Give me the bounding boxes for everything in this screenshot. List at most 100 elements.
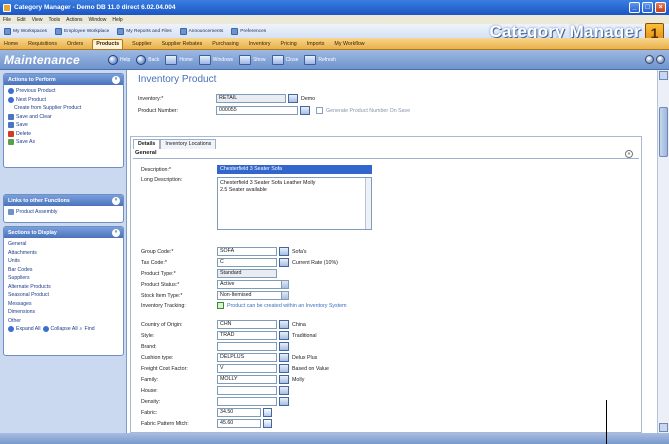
group-code-field[interactable]: SOFA xyxy=(217,247,277,256)
close-button[interactable]: Close xyxy=(271,54,298,65)
generate-number-checkbox[interactable] xyxy=(316,107,323,114)
collapse-all-link[interactable]: Collapse All xyxy=(51,325,78,334)
back-button[interactable]: Back xyxy=(136,54,159,65)
menu-tools[interactable]: Tools xyxy=(48,17,60,23)
section-suppliers[interactable]: Suppliers xyxy=(8,274,119,283)
collapse-icon[interactable]: « xyxy=(112,228,120,237)
action-previous-product[interactable]: Previous Product xyxy=(8,87,119,96)
house-lookup-icon[interactable] xyxy=(279,386,289,395)
fav-preferences[interactable]: Preferences xyxy=(231,27,266,35)
menu-view[interactable]: View xyxy=(32,17,43,23)
tab-inventory-locations[interactable]: Inventory Locations xyxy=(160,139,217,149)
menu-help[interactable]: Help xyxy=(112,17,122,23)
brand-lookup-icon[interactable] xyxy=(279,342,289,351)
style-lookup-icon[interactable] xyxy=(279,331,289,340)
inventory-tracking-checkbox[interactable] xyxy=(217,302,224,309)
menu-file[interactable]: File xyxy=(3,17,11,23)
section-attachments[interactable]: Attachments xyxy=(8,249,119,258)
long-description-scrollbar[interactable] xyxy=(365,178,371,229)
country-lookup-icon[interactable] xyxy=(279,320,289,329)
scroll-up-icon[interactable] xyxy=(659,71,668,80)
section-dimensions[interactable]: Dimensions xyxy=(8,308,119,317)
sections-panel-header[interactable]: Sections to Display « xyxy=(4,227,123,238)
windows-button[interactable]: Windows xyxy=(198,54,233,65)
fav-employee[interactable]: Employee Workplace xyxy=(55,27,109,35)
fabric-pattern-field[interactable]: 45.60 xyxy=(217,419,261,428)
house-field[interactable] xyxy=(217,386,277,395)
stock-item-type-select[interactable]: Non-Itemised xyxy=(217,291,289,300)
menu-actions[interactable]: Actions xyxy=(66,17,82,23)
show-button[interactable]: Show xyxy=(239,54,266,65)
menu-edit[interactable]: Edit xyxy=(17,17,26,23)
section-alternate-products[interactable]: Alternate Products xyxy=(8,283,119,292)
tab-imports[interactable]: Imports xyxy=(306,40,326,49)
family-field[interactable]: MOLLY xyxy=(217,375,277,384)
freight-lookup-icon[interactable] xyxy=(279,364,289,373)
menu-window[interactable]: Window xyxy=(89,17,107,23)
link-product-assembly[interactable]: Product Assembly xyxy=(8,208,119,217)
product-status-select[interactable]: Active xyxy=(217,280,289,289)
style-field[interactable]: TRAD xyxy=(217,331,277,340)
tab-products[interactable]: Products xyxy=(92,39,124,49)
section-seasonal-product[interactable]: Seasonal Product xyxy=(8,291,119,300)
density-field[interactable] xyxy=(217,397,277,406)
expand-all-link[interactable]: Expand All xyxy=(16,325,41,334)
group-code-lookup-icon[interactable] xyxy=(279,247,289,256)
close-window-button[interactable]: × xyxy=(655,2,666,13)
tab-orders[interactable]: Orders xyxy=(66,40,84,49)
home-button[interactable]: Home xyxy=(165,54,193,65)
fav-announcements[interactable]: Announcements xyxy=(179,27,223,35)
product-number-field[interactable]: 000055 xyxy=(216,106,298,115)
tax-code-lookup-icon[interactable] xyxy=(279,258,289,267)
fabric-field[interactable]: 34.50 xyxy=(217,408,261,417)
action-save-as[interactable]: Save As xyxy=(8,138,119,147)
tab-my-workflow[interactable]: My Workflow xyxy=(333,40,365,49)
tab-supplier[interactable]: Supplier xyxy=(131,40,152,49)
action-delete[interactable]: Delete xyxy=(8,130,119,139)
section-general[interactable]: General xyxy=(8,240,119,249)
actions-panel-header[interactable]: Actions to Perform « xyxy=(4,74,123,85)
action-save-and-clear[interactable]: Save and Clear xyxy=(8,113,119,122)
tab-inventory[interactable]: Inventory xyxy=(248,40,272,49)
close-panel-icon[interactable]: × xyxy=(656,55,665,64)
find-link[interactable]: Find xyxy=(85,325,95,334)
tab-pricing[interactable]: Pricing xyxy=(280,40,298,49)
scroll-thumb[interactable] xyxy=(659,107,668,157)
inventory-lookup-icon[interactable] xyxy=(288,94,298,103)
family-lookup-icon[interactable] xyxy=(279,375,289,384)
inventory-field[interactable]: RETAIL xyxy=(216,94,286,103)
fav-workspaces[interactable]: My Workspaces xyxy=(4,27,47,35)
action-create-from-supplier[interactable]: Create from Supplier Product xyxy=(8,104,119,113)
section-bar-codes[interactable]: Bar Codes xyxy=(8,266,119,275)
freight-cost-field[interactable]: V xyxy=(217,364,277,373)
action-next-product[interactable]: Next Product xyxy=(8,96,119,105)
product-type-field[interactable]: Standard xyxy=(217,269,277,278)
section-other[interactable]: Other xyxy=(8,317,119,326)
scroll-down-icon[interactable] xyxy=(659,423,668,432)
cushion-type-field[interactable]: DELPLUS xyxy=(217,353,277,362)
description-field[interactable]: Chesterfield 3 Seater Sofa xyxy=(217,165,372,174)
maximize-button[interactable]: □ xyxy=(642,2,653,13)
section-messages[interactable]: Messages xyxy=(8,300,119,309)
links-panel-header[interactable]: Links to other Functions « xyxy=(4,195,123,206)
tab-details[interactable]: Details xyxy=(133,139,161,149)
density-lookup-icon[interactable] xyxy=(279,397,289,406)
tab-purchasing[interactable]: Purchasing xyxy=(211,40,240,49)
fav-reports[interactable]: My Reports and Files xyxy=(117,27,172,35)
collapse-panel-icon[interactable]: « xyxy=(645,55,654,64)
refresh-button[interactable]: Refresh xyxy=(304,54,336,65)
calculator-icon[interactable] xyxy=(263,408,272,417)
tab-requisitions[interactable]: Requisitions xyxy=(27,40,58,49)
help-button[interactable]: Help xyxy=(108,54,130,65)
tab-supplier-rebates[interactable]: Supplier Rebates xyxy=(161,40,204,49)
cushion-lookup-icon[interactable] xyxy=(279,353,289,362)
section-collapse-icon[interactable]: « xyxy=(625,150,633,158)
collapse-icon[interactable]: « xyxy=(112,196,120,205)
tax-code-field[interactable]: C xyxy=(217,258,277,267)
collapse-icon[interactable]: « xyxy=(112,75,120,84)
section-units[interactable]: Units xyxy=(8,257,119,266)
minimize-button[interactable]: _ xyxy=(629,2,640,13)
product-lookup-icon[interactable] xyxy=(300,106,310,115)
long-description-field[interactable]: Chesterfield 3 Seater Sofa Leather Molly… xyxy=(217,177,372,230)
calculator-icon[interactable] xyxy=(263,419,272,428)
